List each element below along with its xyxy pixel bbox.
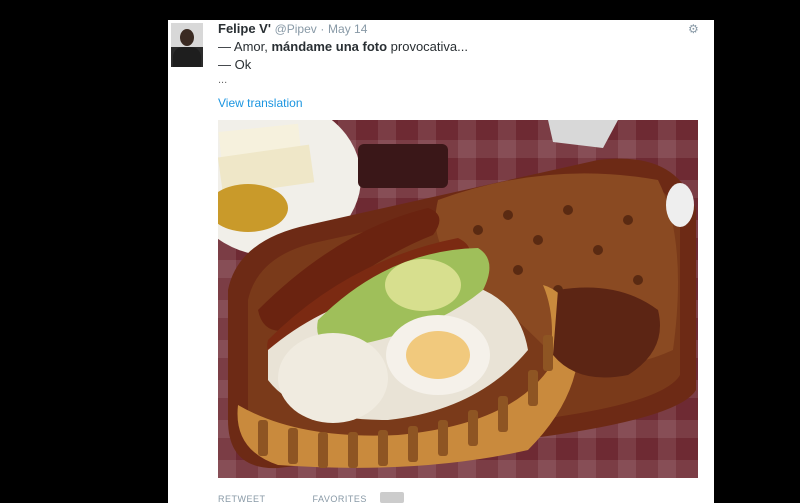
tweet-photo[interactable]: [218, 120, 698, 478]
avatar-body: [173, 47, 201, 67]
tweet-card: Felipe V' @Pipev · May 14 ⚙ — Amor, mánd…: [168, 20, 714, 503]
tweet-text-prefix: — Amor,: [218, 39, 272, 54]
separator-dot: ·: [320, 22, 325, 36]
egg-yolk: [406, 331, 470, 379]
view-translation-link[interactable]: View translation: [218, 96, 303, 110]
tweet-text-bold: mándame una foto: [271, 39, 388, 54]
avatar[interactable]: [171, 23, 203, 67]
author-name[interactable]: Felipe V': [218, 21, 271, 36]
tweet-text-suffix: provocativa...: [387, 39, 468, 54]
retweet-count-label[interactable]: RETWEET: [218, 494, 266, 503]
food-photo-illustration: [218, 120, 696, 469]
favoriter-avatar-row[interactable]: [380, 492, 404, 503]
spoon: [666, 183, 694, 227]
favorites-count-label[interactable]: FAVORITES: [313, 494, 367, 503]
avocado-pit-area: [385, 259, 461, 311]
cup: [358, 144, 448, 188]
napkin: [548, 120, 618, 148]
arepa: [278, 333, 388, 423]
tweet-text-ellipsis: ...: [218, 74, 228, 86]
avatar-head: [180, 29, 194, 46]
tweet-header: Felipe V' @Pipev · May 14: [218, 21, 367, 37]
dropdown-caret-icon[interactable]: ⚙: [688, 23, 700, 35]
tweet-text-line-1: — Amor, mándame una foto provocativa...: [218, 39, 468, 54]
tweet-date[interactable]: May 14: [328, 22, 367, 36]
tweet-text-line-2: — Ok: [218, 57, 252, 72]
author-handle[interactable]: @Pipev: [275, 22, 317, 36]
